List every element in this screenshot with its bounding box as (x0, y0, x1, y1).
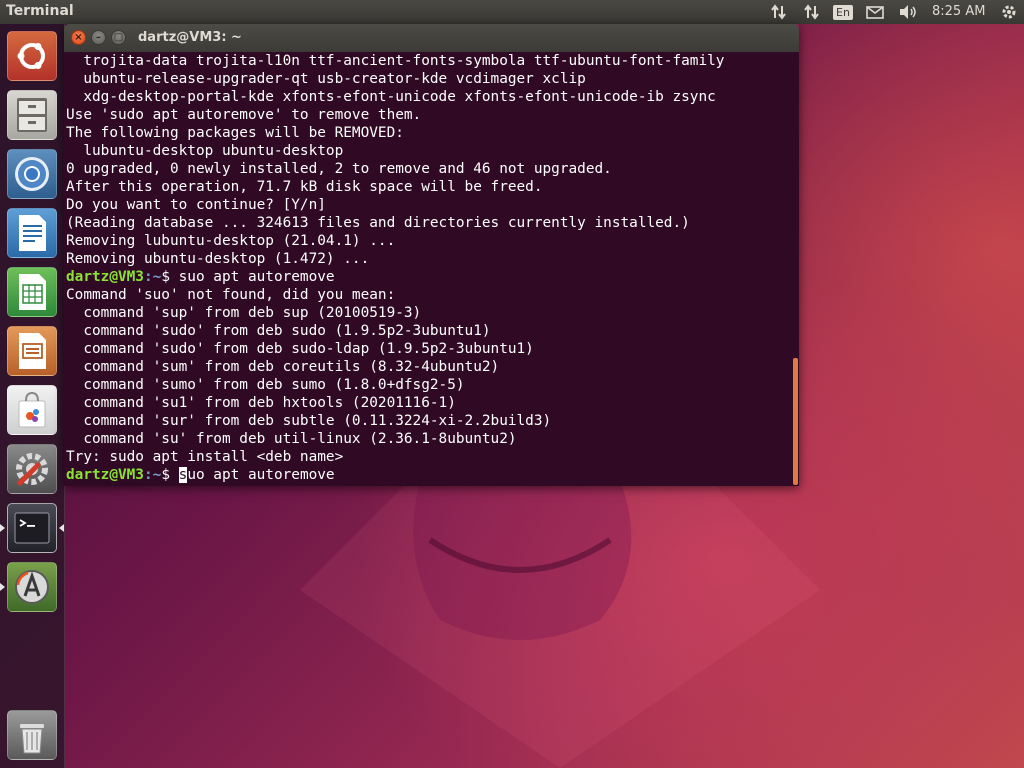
trash-icon (20, 724, 44, 754)
ubuntu-logo-icon (17, 43, 45, 69)
panel-clock[interactable]: 8:25 AM (932, 4, 985, 19)
network-arrows-icon[interactable] (766, 0, 792, 24)
prompt-line: dartz@VM3:~$ suo apt autoremove (66, 268, 786, 286)
maximize-icon: □ (113, 31, 124, 43)
output-line: ubuntu-release-upgrader-qt usb-creator-k… (66, 71, 586, 87)
transfer-arrows-icon[interactable] (799, 0, 825, 24)
launcher-chromium[interactable] (7, 149, 57, 199)
launcher-terminal[interactable] (7, 503, 57, 553)
window-title: dartz@VM3: ~ (138, 30, 242, 45)
launcher-dash-home[interactable] (7, 31, 57, 81)
updater-running-indicator (0, 583, 5, 591)
updater-icon (15, 570, 49, 604)
calc-spreadsheet-icon (19, 274, 46, 310)
output-line: lubuntu-desktop ubuntu-desktop (66, 143, 344, 159)
output-line: Do you want to continue? [Y/n] (66, 197, 326, 213)
panel-app-title: Terminal (6, 3, 74, 19)
launcher-software-center[interactable] (7, 385, 57, 435)
terminal-prompt-icon (14, 512, 50, 544)
terminal-scrollbar[interactable] (793, 52, 799, 486)
output-line: 0 upgraded, 0 newly installed, 2 to remo… (66, 161, 612, 177)
mail-envelope-icon[interactable] (862, 0, 888, 24)
output-line: command 'sudo' from deb sudo-ldap (1.9.5… (66, 341, 534, 357)
output-line: Command 'suo' not found, did you mean: (66, 287, 396, 303)
language-label: En (833, 4, 853, 20)
system-gear-icon[interactable] (998, 0, 1020, 24)
command-text: suo apt autoremove (178, 269, 335, 285)
top-panel: Terminal En 8:25 AM (0, 0, 1024, 24)
output-line: command 'sudo' from deb sudo (1.9.5p2-3u… (66, 323, 491, 339)
launcher-software-updater[interactable] (7, 562, 57, 612)
launcher (0, 24, 65, 768)
output-line: command 'su1' from deb hxtools (20201116… (66, 395, 456, 411)
prompt-path: :~ (143, 467, 162, 483)
terminal-running-indicator (0, 524, 5, 532)
maximize-button[interactable]: □ (111, 30, 126, 45)
output-line: Try: sudo apt install <deb name> (66, 449, 344, 465)
prompt-symbol: $ (161, 467, 179, 483)
output-line: (Reading database ... 324613 files and d… (66, 215, 690, 231)
close-icon: × (74, 31, 83, 43)
text-cursor: s (178, 467, 188, 483)
current-input-text: uo apt autoremove (187, 467, 335, 483)
output-line: command 'sum' from deb coreutils (8.32-4… (66, 359, 500, 375)
terminal-window: × – □ dartz@VM3: ~ trojita-data trojita-… (64, 24, 799, 486)
launcher-trash[interactable] (7, 710, 57, 760)
launcher-calc[interactable] (7, 267, 57, 317)
output-line: command 'sup' from deb sup (20100519-3) (66, 305, 422, 321)
output-line: Use 'sudo apt autoremove' to remove them… (66, 107, 422, 123)
keyboard-language-indicator[interactable]: En (832, 0, 854, 24)
launcher-system-settings[interactable] (7, 444, 57, 494)
output-line: Removing lubuntu-desktop (21.04.1) ... (66, 233, 396, 249)
output-line: The following packages will be REMOVED: (66, 125, 404, 141)
output-line: command 'sumo' from deb sumo (1.8.0+dfsg… (66, 377, 465, 393)
prompt-user: dartz@VM3 (66, 467, 144, 483)
terminal-body[interactable]: trojita-data trojita-l10n ttf-ancient-fo… (64, 52, 799, 486)
settings-wrench-icon (16, 453, 48, 486)
launcher-files[interactable] (7, 90, 57, 140)
launcher-impress[interactable] (7, 326, 57, 376)
output-line: trojita-data trojita-l10n ttf-ancient-fo… (66, 53, 725, 69)
terminal-output[interactable]: trojita-data trojita-l10n ttf-ancient-fo… (66, 52, 786, 486)
scrollbar-thumb[interactable] (793, 358, 798, 485)
impress-presentation-icon (19, 333, 46, 369)
chromium-icon (15, 157, 49, 191)
minimize-icon: – (96, 31, 101, 43)
volume-speaker-icon[interactable] (895, 0, 921, 24)
shopping-bag-icon (18, 391, 46, 428)
terminal-focused-indicator (59, 524, 64, 532)
output-line: After this operation, 71.7 kB disk space… (66, 179, 543, 195)
minimize-button[interactable]: – (91, 30, 106, 45)
output-line: command 'su' from deb util-linux (2.36.1… (66, 431, 517, 447)
prompt-path: :~ (143, 269, 162, 285)
current-prompt-line[interactable]: dartz@VM3:~$ suo apt autoremove (66, 466, 786, 484)
close-button[interactable]: × (71, 30, 86, 45)
terminal-titlebar[interactable]: × – □ dartz@VM3: ~ (64, 24, 799, 52)
output-line: command 'sur' from deb subtle (0.11.3224… (66, 413, 552, 429)
prompt-user: dartz@VM3 (66, 269, 144, 285)
launcher-writer[interactable] (7, 208, 57, 258)
writer-document-icon (19, 215, 46, 251)
output-line: xdg-desktop-portal-kde xfonts-efont-unic… (66, 89, 716, 105)
prompt-symbol: $ (161, 269, 179, 285)
file-cabinet-icon (17, 98, 47, 132)
output-line: Removing ubuntu-desktop (1.472) ... (66, 251, 370, 267)
